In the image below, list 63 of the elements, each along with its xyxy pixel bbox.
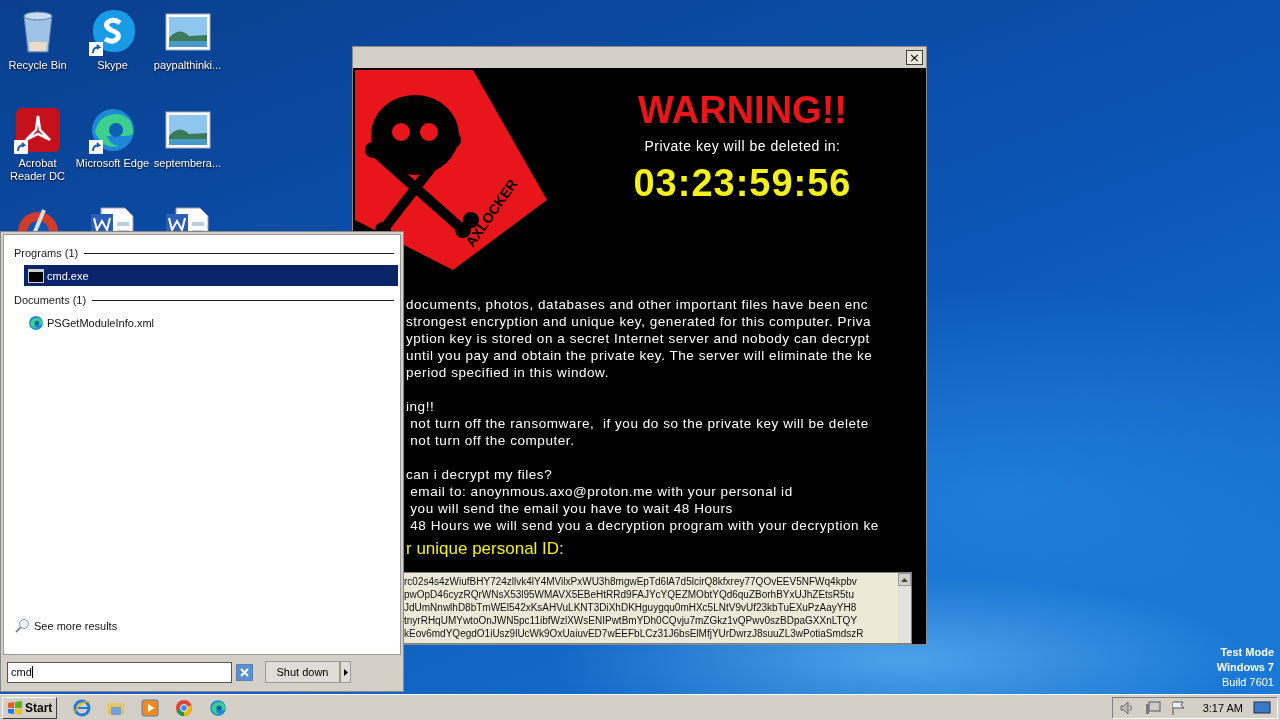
start-button[interactable]: Start bbox=[2, 696, 58, 719]
close-icon bbox=[240, 667, 249, 677]
desktop-icon-label[interactable]: Microsoft Edge bbox=[75, 157, 150, 170]
speaker-icon[interactable] bbox=[1118, 700, 1135, 715]
desktop-icon-label[interactable]: Acrobat Reader DC bbox=[0, 157, 75, 183]
search-result[interactable]: PSGetModuleInfo.xml bbox=[24, 312, 398, 333]
shut-down-options-button[interactable] bbox=[340, 661, 351, 683]
message-line: 48 Hours we will send you a decryption program with your decryption ke bbox=[409, 517, 879, 535]
message-line: ing!! bbox=[406, 398, 435, 416]
edition-text: Windows 7 bbox=[1216, 660, 1274, 675]
search-field[interactable]: cmd bbox=[7, 661, 232, 683]
network-icon[interactable] bbox=[1144, 700, 1161, 715]
edge-browser-icon bbox=[209, 698, 228, 717]
message-line: documents, photos, databases and other important files have been enc bbox=[406, 296, 869, 314]
windows-logo-icon bbox=[7, 700, 23, 715]
clear-search-button[interactable] bbox=[236, 663, 253, 681]
countdown-label: Private key will be deleted in: bbox=[644, 138, 841, 154]
desktop-icon-label[interactable]: Skype bbox=[97, 59, 128, 72]
message-line: email to: anoynmous.axo@proton.me with your personal id bbox=[409, 483, 793, 501]
see-more-link[interactable]: See more results bbox=[34, 620, 118, 632]
edge-browser-icon bbox=[28, 314, 44, 331]
test-mode-text: Test Mode bbox=[1220, 645, 1274, 660]
message-line: not turn off the computer. bbox=[409, 432, 575, 450]
message-line: until you pay and obtain the private key. The server will eliminate the ke bbox=[406, 347, 873, 365]
scroll-up-button[interactable] bbox=[898, 573, 911, 587]
group-heading: Programs (1) bbox=[14, 247, 79, 259]
pdf-reader-icon bbox=[13, 106, 62, 154]
media-player-icon bbox=[141, 698, 160, 717]
search-result[interactable]: cmd.exe bbox=[24, 265, 398, 286]
command-prompt-icon bbox=[28, 268, 44, 283]
warning-title: WARNING!! bbox=[638, 88, 847, 132]
shortcut-arrow-icon bbox=[88, 140, 103, 154]
personal-id-line: rc02s4s4zWiufBHY724zllvk4lY4MVilxPxWU3h8mgwEpTd6lA7d5lcirQ8kfxrey77QOvEEV5NFWq4kpbv bbox=[404, 575, 857, 589]
personal-id-line: tnyrRHqUMYwtoOnJWN5pc11ibfWzlXWsENIPwtBmYDh0CQvju7mZGkz1vQPwv0szBDpaGXXnLTQY bbox=[404, 614, 858, 628]
desktop-icon-label[interactable]: Recycle Bin bbox=[8, 59, 67, 72]
up-arrow-icon bbox=[901, 577, 908, 582]
taskbar-app-button[interactable] bbox=[139, 696, 162, 719]
message-line: strongest encryption and unique key, generated for this computer. Priva bbox=[406, 313, 872, 331]
shortcut-arrow-icon bbox=[88, 42, 103, 56]
personal-id-heading: r unique personal ID: bbox=[406, 539, 564, 560]
countdown-timer: 03:23:59:56 bbox=[633, 162, 852, 205]
desktop-icon-label[interactable]: paypalthinki... bbox=[153, 59, 222, 72]
message-line: not turn off the ransomware, if you do so the private key will be delete bbox=[409, 415, 869, 433]
group-heading: Documents (1) bbox=[14, 294, 87, 306]
personal-id-line: kEov6mdYQegdO1iUsz9lUcWk9OxUaiuvED7wEEFbLCz31J6bsElMfjYUrDwrzJ8suuZL3wPotiaSmdszR bbox=[404, 627, 864, 641]
chrome-browser-icon bbox=[175, 698, 194, 717]
close-button[interactable]: × bbox=[906, 50, 923, 65]
flag-icon[interactable] bbox=[1170, 700, 1187, 715]
message-line: you will send the email you have to wait 48 Hours bbox=[409, 500, 733, 518]
search-icon bbox=[14, 618, 30, 634]
message-line: period specified in this window. bbox=[406, 364, 609, 382]
message-line: yption key is stored on a secret Internet server and nobody can decrypt bbox=[406, 330, 870, 348]
personal-id-line: pwOpD46cyzRQrWNsX53l95WMAVX5EBeHtRRd9FAJYcYQEZMObtYQd6quZBorhBYxUJhZEtsR5tu bbox=[404, 588, 854, 602]
internet-explorer-icon bbox=[73, 698, 92, 717]
shortcut-arrow-icon bbox=[13, 140, 28, 154]
personal-id-line: JdUmNnwlhD8bTmWEl542xKsAHVuLKNT3DiXhDKHguygqu0mHXc5LNtV9vUf23kbTuEXuPzAayYH8 bbox=[404, 601, 857, 615]
shut-down-button[interactable]: Shut down bbox=[265, 661, 340, 683]
message-line: can i decrypt my files? bbox=[406, 466, 553, 484]
caret-icon bbox=[343, 668, 348, 676]
clock[interactable]: 3:17 AM bbox=[1202, 701, 1243, 714]
build-text: Build 7601 bbox=[1222, 675, 1274, 690]
desktop-icon-label[interactable]: septembera... bbox=[153, 157, 222, 170]
show-desktop-icon[interactable] bbox=[1253, 700, 1271, 715]
